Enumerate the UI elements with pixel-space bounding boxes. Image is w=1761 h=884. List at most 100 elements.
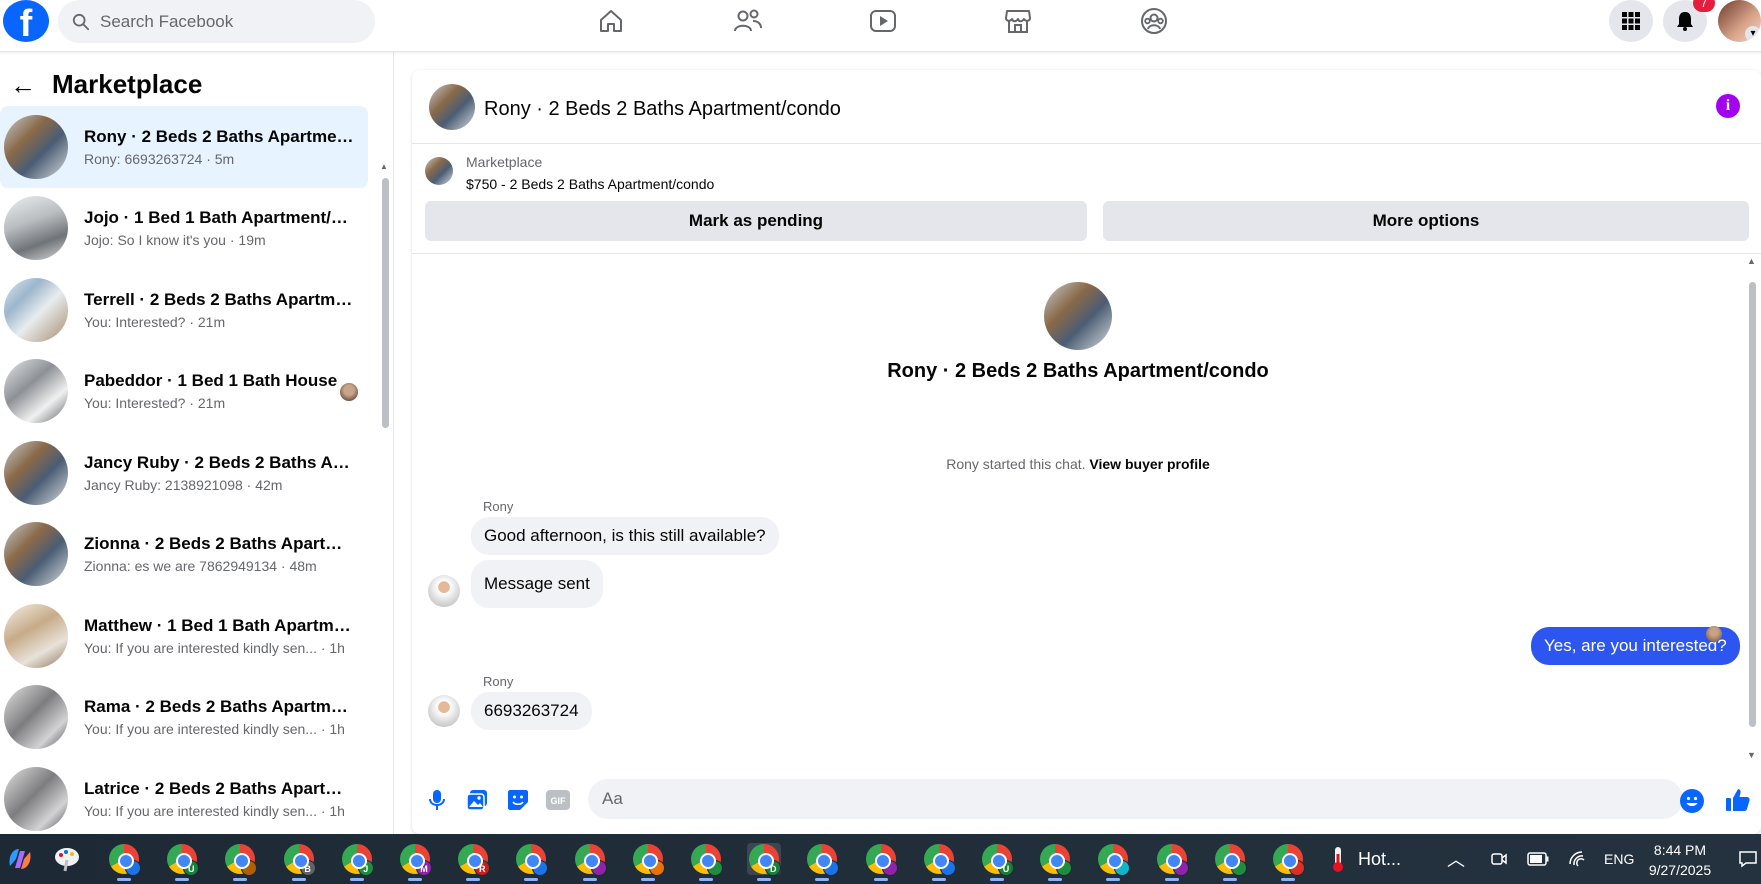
view-buyer-profile-link[interactable]: View buyer profile [1089,456,1209,472]
menu-grid-button[interactable] [1609,0,1653,42]
chrome-icon [1273,844,1305,876]
chrome-window-18[interactable] [1096,843,1131,881]
profile-badge [1056,860,1073,876]
profile-badge: D [765,860,782,876]
chrome-window-7[interactable]: R [456,843,491,881]
scroll-up-arrow-icon[interactable]: ▲ [1747,256,1756,266]
sticker-icon[interactable] [506,788,530,812]
weather-text: Hot... [1358,848,1402,869]
watch-icon[interactable] [866,4,900,38]
message-sent-bubble[interactable]: Message sent [471,560,603,608]
chrome-icon [691,844,723,876]
conversation-item-latrice[interactable]: Latrice · 2 Beds 2 Baths Apartme... You: … [0,758,368,840]
microphone-icon[interactable] [425,788,449,812]
conversation-preview: You: Interested? · 21m [84,395,226,412]
conversation-item-jancy-ruby[interactable]: Jancy Ruby · 2 Beds 2 Baths Apa... Jancy … [0,432,368,514]
listing-thumbnail[interactable] [425,157,453,185]
chrome-window-13[interactable] [805,843,840,881]
sender-avatar[interactable] [428,575,460,607]
chrome-window-9[interactable] [573,843,607,881]
chrome-window-16[interactable]: U [980,843,1014,881]
profile-badge [707,860,723,876]
listing-avatar-large [1044,282,1112,350]
scrollbar-thumb[interactable] [382,178,389,428]
meet-now-icon[interactable] [1490,834,1508,884]
bell-icon [1677,12,1693,31]
incoming-message[interactable]: Good afternoon, is this still available? [471,517,779,555]
account-avatar[interactable]: ▾ [1718,0,1761,42]
listing-avatar[interactable] [429,84,475,130]
chrome-icon [225,844,258,876]
chrome-window-8[interactable] [514,843,549,881]
chrome-icon: U [167,844,200,876]
chrome-window-15[interactable] [922,843,956,881]
chrome-icon [1156,844,1189,876]
conversation-item-pabeddor[interactable]: Pabeddor · 1 Bed 1 Bath House You: Intere… [0,351,368,433]
chrome-window-2[interactable]: U [165,843,200,881]
clock-date: 9/27/2025 [1648,862,1712,878]
chat-title[interactable]: Rony · 2 Beds 2 Baths Apartment/condo [484,98,841,121]
input-language-indicator[interactable]: ENG [1604,834,1634,884]
friends-icon[interactable] [731,4,765,38]
conversation-item-rama[interactable]: Rama · 2 Beds 2 Baths Apartme... You: If … [0,677,368,759]
started-text: Rony started this chat. [946,456,1086,472]
profile-badge [1289,860,1305,876]
more-options-button[interactable]: More options [1103,201,1749,241]
system-clock[interactable]: 8:44 PM 9/27/2025 [1640,840,1720,880]
emoji-icon[interactable] [1680,789,1704,813]
sidebar-scrollbar[interactable]: ▲ [380,102,390,832]
chrome-window-4[interactable]: B [282,843,316,881]
copilot-icon[interactable] [3,843,37,875]
chrome-window-1[interactable] [107,843,141,881]
conversation-item-zionna[interactable]: Zionna · 2 Beds 2 Baths Apartm... Zionna:… [0,514,368,596]
groups-icon[interactable] [1137,4,1171,38]
chrome-window-10[interactable] [631,843,665,881]
message-input[interactable]: Aa [588,779,1683,819]
wifi-icon[interactable] [1568,834,1588,884]
incoming-message[interactable]: 6693263724 [471,692,592,730]
chat-scrollbar[interactable]: ▲ ▼ [1745,256,1759,766]
paint-app-icon[interactable] [50,843,84,875]
photo-icon[interactable] [465,788,489,812]
weather-widget[interactable]: Hot... [1330,834,1401,884]
thumbs-up-icon[interactable] [1724,786,1752,814]
chrome-window-20[interactable] [1213,843,1247,881]
facebook-logo[interactable]: f [3,0,49,42]
chrome-icon [109,844,141,876]
chrome-window-11[interactable] [689,843,723,881]
chrome-window-5[interactable]: J [340,843,374,881]
listing-thumbnail [4,522,68,587]
profile-badge [939,860,956,876]
listing-price-title[interactable]: $750 - 2 Beds 2 Baths Apartment/condo [466,176,714,192]
info-icon[interactable]: i [1716,94,1740,118]
marketplace-icon[interactable] [1001,4,1035,38]
chrome-icon [574,844,607,876]
notification-center-icon[interactable] [1738,834,1758,884]
chrome-window-12[interactable]: D [747,843,782,881]
back-arrow-icon[interactable]: ← [10,72,36,98]
scroll-up-arrow-icon[interactable]: ▲ [380,162,388,171]
scrollbar-thumb[interactable] [1749,282,1756,727]
show-hidden-icons-chevron-icon[interactable]: ︿ [1447,834,1465,884]
scroll-down-arrow-icon[interactable]: ▼ [1747,750,1756,760]
chrome-icon: B [283,844,316,876]
conversation-item-rony[interactable]: Rony · 2 Beds 2 Baths Apartmen... Rony: 6… [0,106,368,188]
chrome-window-21[interactable] [1271,843,1305,881]
clock-time: 8:44 PM [1653,842,1707,858]
gif-icon[interactable]: GIF [546,788,570,812]
home-icon[interactable] [594,4,628,38]
chrome-window-17[interactable] [1038,843,1073,881]
battery-icon[interactable] [1527,834,1549,884]
conversation-item-matthew[interactable]: Matthew · 1 Bed 1 Bath Apartme... You: If… [0,595,368,677]
mark-as-pending-button[interactable]: Mark as pending [425,201,1087,241]
profile-badge [125,860,141,876]
conversation-item-terrell[interactable]: Terrell · 2 Beds 2 Baths Apartme... You: … [0,269,368,351]
conversation-item-jojo[interactable]: Jojo · 1 Bed 1 Bath Apartment/c... Jojo: … [0,188,368,270]
sender-avatar[interactable] [428,695,460,727]
message-sender-name: Rony [483,499,514,514]
chrome-window-19[interactable] [1155,843,1189,881]
chrome-window-14[interactable] [864,843,898,881]
search-facebook-input[interactable]: Search Facebook [58,0,375,43]
chrome-window-3[interactable] [223,843,258,881]
chrome-window-6[interactable]: M [398,843,432,881]
